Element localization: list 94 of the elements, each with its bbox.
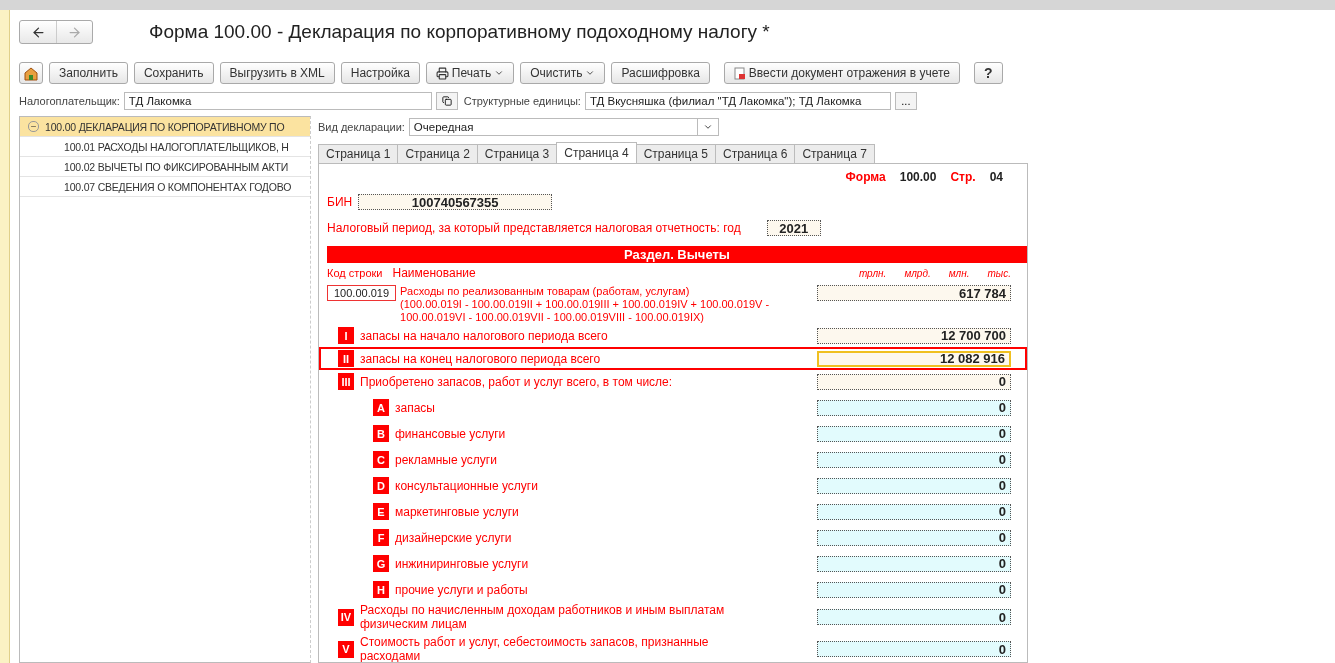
column-header: Наименование: [392, 266, 476, 280]
amount-field[interactable]: 0: [817, 609, 1011, 625]
row-label: финансовые услуги: [395, 426, 507, 441]
collapse-icon[interactable]: [28, 121, 39, 132]
row-label: инжиниринговые услуги: [395, 556, 530, 571]
select-button[interactable]: ...: [894, 92, 917, 110]
page-tab[interactable]: Страница 6: [715, 144, 796, 164]
unit-label: тыс.: [987, 267, 1011, 279]
unit-label: млрд.: [904, 267, 931, 279]
page-tab[interactable]: Страница 5: [635, 144, 717, 164]
toolbar-button[interactable]: Расшифровка: [611, 62, 710, 84]
page-tab[interactable]: Страница 7: [794, 144, 875, 164]
amount-field[interactable]: 0: [817, 425, 1011, 442]
line-code: 100.00.019: [327, 285, 397, 301]
row-marker: F: [373, 529, 389, 546]
field-label: Налогоплательщик:: [19, 95, 120, 107]
toolbar-button[interactable]: Настройка: [340, 62, 420, 84]
help-button[interactable]: ?: [974, 62, 1003, 84]
print-button[interactable]: Печать: [425, 62, 515, 84]
form-label: Форма: [845, 170, 886, 184]
amount-field[interactable]: 0: [817, 555, 1011, 572]
tree-item-label: 100.00 ДЕКЛАРАЦИЯ ПО КОРПОРАТИВНОМУ ПО: [45, 120, 285, 133]
line-description: Расходы по реализованным товарам (работам, услугам) (100.00.019I - 100.00.019II + 100.00.019III + 100.00.019IV + 100.00.019V - 100.00.019VI - 100.00.019VII - 100.00.019VIII - 100.00.019IX): [400, 285, 771, 324]
amount-field[interactable]: 0: [817, 399, 1011, 416]
row-marker: E: [373, 503, 389, 520]
bin-label: БИН: [327, 195, 353, 209]
amount-field[interactable]: 617 784: [817, 285, 1011, 301]
row-marker: II: [338, 350, 354, 367]
row-marker: B: [373, 425, 389, 442]
period-label: Налоговый период, за который представляется налоговая отчетность: год: [327, 221, 741, 235]
amount-field[interactable]: 0: [817, 641, 1011, 657]
window-title: Форма 100.00 - Декларация по корпоративному подоходному налогу *: [149, 21, 770, 43]
row-marker: IV: [338, 608, 354, 626]
page-tab[interactable]: Страница 1: [318, 144, 399, 164]
tree-item-label: 100.01 РАСХОДЫ НАЛОГОПЛАТЕЛЬЩИКОВ, Н: [64, 140, 289, 153]
page-tab[interactable]: Страница 3: [476, 144, 558, 164]
row-marker: G: [373, 555, 389, 572]
row-label: рекламные услуги: [395, 452, 498, 467]
row-marker: C: [373, 451, 389, 468]
field-label: Структурные единицы:: [463, 95, 581, 107]
row-marker: D: [373, 477, 389, 494]
amount-field[interactable]: 12 082 916: [817, 350, 1011, 367]
row-label: запасы: [395, 400, 436, 415]
page-tab[interactable]: Страница 2: [397, 144, 478, 164]
caret-icon: [585, 68, 596, 78]
toolbar-button[interactable]: Сохранить: [133, 62, 214, 84]
unit-label: млн.: [948, 267, 970, 279]
row-label: прочие услуги и работы: [395, 582, 529, 597]
tree-item-label: 100.07 СВЕДЕНИЯ О КОМПОНЕНТАХ ГОДОВО: [64, 180, 292, 193]
tree-item[interactable]: 100.00 ДЕКЛАРАЦИЯ ПО КОРПОРАТИВНОМУ ПО: [20, 117, 310, 137]
open-button[interactable]: [435, 92, 458, 110]
taxpayer-field[interactable]: ТД Лакомка: [123, 92, 432, 110]
field-label: Вид декларации:: [318, 121, 405, 133]
tree-item-label: 100.02 ВЫЧЕТЫ ПО ФИКСИРОВАННЫМ АКТИ: [64, 160, 289, 173]
document-icon: [733, 66, 746, 80]
amount-field[interactable]: 0: [817, 451, 1011, 468]
row-label: Стоимость работ и услуг, себестоимость запасов, признанные расходами: [360, 635, 710, 662]
row-marker: H: [373, 581, 389, 598]
column-header: Код строки: [327, 267, 383, 279]
form-number: 100.00: [899, 170, 937, 184]
toolbar-button[interactable]: Очистить: [520, 62, 606, 84]
amount-field[interactable]: 0: [817, 477, 1011, 494]
caret-icon: [494, 68, 505, 78]
toolbar-button[interactable]: Выгрузить в XML: [219, 62, 335, 84]
bin-field[interactable]: 100740567355: [358, 194, 553, 210]
toolbar-button[interactable]: Заполнить: [49, 62, 128, 84]
row-marker: III: [338, 373, 354, 390]
page-number: 04: [989, 170, 1003, 184]
declaration-type-field[interactable]: Очередная: [408, 118, 719, 136]
row-marker: V: [338, 640, 354, 658]
row-marker: A: [373, 399, 389, 416]
field-value: Очередная: [413, 121, 474, 133]
amount-field[interactable]: 0: [817, 373, 1011, 390]
row-label: консультационные услуги: [395, 478, 539, 493]
year-field[interactable]: 2021: [766, 220, 821, 236]
row-label: Приобретено запасов, работ и услуг всего, в том числе:: [360, 374, 674, 389]
units-field[interactable]: ТД Вкусняшка (филиал "ТД Лакомка"); ТД Лакомка: [584, 92, 891, 110]
amount-field[interactable]: 0: [817, 581, 1011, 598]
row-label: запасы на конец налогового периода всего: [360, 351, 602, 366]
toolbar-button[interactable]: Ввести документ отражения в учете: [723, 62, 960, 84]
row-label: запасы на начало налогового периода всего: [360, 328, 609, 343]
amount-field[interactable]: 12 700 700: [817, 327, 1011, 344]
row-label: дизайнерские услуги: [395, 530, 513, 545]
amount-field[interactable]: 0: [817, 529, 1011, 546]
house-button[interactable]: [19, 62, 43, 84]
row-label: маркетинговые услуги: [395, 504, 520, 519]
printer-icon: [435, 66, 449, 80]
row-marker: I: [338, 327, 354, 344]
row-label: Расходы по начисленным доходам работников и иным выплатам физическим лицам: [360, 603, 726, 631]
copy-icon: [441, 96, 452, 106]
amount-field[interactable]: 0: [817, 503, 1011, 520]
section-header: Раздел. Вычеты: [327, 246, 1027, 263]
unit-label: трлн.: [858, 267, 887, 279]
page-label: Стр.: [950, 170, 976, 184]
